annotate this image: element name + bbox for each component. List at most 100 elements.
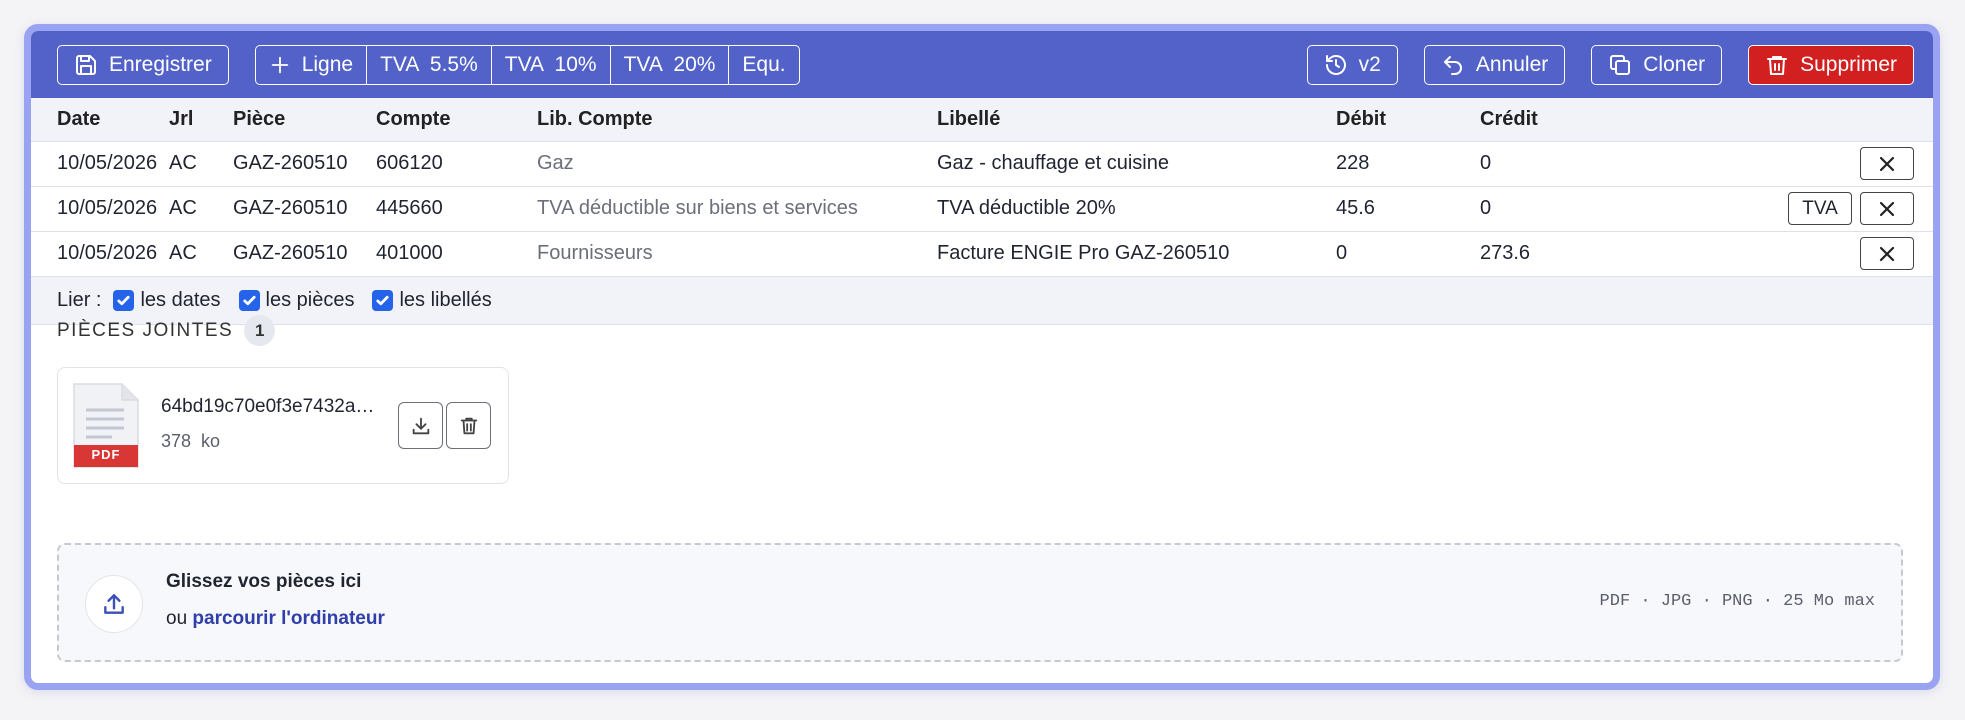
cell-compte[interactable]: 401000 xyxy=(376,231,537,276)
history-icon xyxy=(1325,54,1346,75)
cell-date[interactable]: 10/05/2026 xyxy=(31,231,169,276)
close-icon xyxy=(1879,201,1895,216)
delete-button[interactable]: Supprimer xyxy=(1748,44,1914,85)
cell-compte[interactable]: 606120 xyxy=(376,141,537,186)
cell-libelle[interactable]: TVA déductible 20% xyxy=(937,186,1336,231)
balance-button[interactable]: Equ. xyxy=(729,46,798,84)
add-line-label: Ligne xyxy=(301,52,354,76)
vat-5-5-button[interactable]: TVA 5.5% xyxy=(367,45,492,84)
link-pieces-checkbox[interactable]: les pièces xyxy=(238,289,355,312)
header-credit[interactable]: Crédit xyxy=(1480,98,1609,141)
attachment-filesize: 378 ko xyxy=(161,431,221,451)
attachments-heading: PIÈCES JOINTES 1 xyxy=(57,315,276,346)
version-label: v2 xyxy=(1358,52,1381,76)
journal-entry-panel: Enregistrer Ligne TVA 5.5% TVA 10% TVA 2… xyxy=(24,24,1940,690)
attachments-title: PIÈCES JOINTES xyxy=(57,319,234,341)
save-button[interactable]: Enregistrer xyxy=(57,44,229,85)
tva-line-button[interactable]: TVA xyxy=(1788,192,1852,225)
cancel-label: Annuler xyxy=(1475,52,1549,76)
link-label: Lier : xyxy=(57,289,102,311)
plus-icon xyxy=(271,56,288,73)
trash-icon xyxy=(460,417,477,434)
cell-actions: TVA xyxy=(1609,186,1933,231)
download-icon xyxy=(412,417,429,434)
dropzone-title: Glissez vos pièces ici xyxy=(166,571,362,592)
cell-libelle[interactable]: Gaz - chauffage et cuisine xyxy=(937,141,1336,186)
link-dates-checkbox[interactable]: les dates xyxy=(113,289,221,312)
cell-actions xyxy=(1609,231,1933,276)
upload-icon xyxy=(104,594,124,614)
cell-lib-compte: Fournisseurs xyxy=(537,242,653,265)
cell-piece[interactable]: GAZ-260510 xyxy=(233,141,376,186)
cell-libelle[interactable]: Facture ENGIE Pro GAZ-260510 xyxy=(937,231,1336,276)
vat-20-label: TVA 20% xyxy=(623,52,716,76)
remove-line-button[interactable] xyxy=(1860,237,1914,271)
toolbar: Enregistrer Ligne TVA 5.5% TVA 10% TVA 2… xyxy=(31,31,1933,98)
undo-icon xyxy=(1443,55,1462,75)
pdf-badge-label: PDF xyxy=(91,447,121,462)
header-debit[interactable]: Débit xyxy=(1336,98,1480,141)
cell-jrl[interactable]: AC xyxy=(169,141,233,186)
link-libelles-checkbox[interactable]: les libellés xyxy=(372,289,492,312)
file-dropzone[interactable]: Glissez vos pièces ici ou parcourir l'or… xyxy=(57,543,1903,662)
toolbar-right: v2 Annuler Cloner Supprimer xyxy=(1281,44,1914,85)
floppy-disk-icon xyxy=(76,54,96,75)
header-actions xyxy=(1609,98,1933,141)
cell-credit[interactable]: 0 xyxy=(1480,141,1609,186)
save-button-label: Enregistrer xyxy=(109,52,212,76)
entry-lines-table: Date Jrl Pièce Compte Lib. Compte Libell… xyxy=(31,98,1933,276)
header-lib-compte[interactable]: Lib. Compte xyxy=(537,98,937,141)
trash-icon xyxy=(1767,55,1788,75)
remove-line-button[interactable] xyxy=(1860,147,1914,180)
table-header-row: Date Jrl Pièce Compte Lib. Compte Libell… xyxy=(31,98,1933,141)
close-icon xyxy=(1879,156,1895,171)
table-row: 10/05/2026 AC GAZ-260510 445660 TVA dédu… xyxy=(31,186,1933,231)
delete-attachment-button[interactable] xyxy=(446,402,491,449)
cell-actions xyxy=(1609,141,1933,186)
copy-icon xyxy=(1610,54,1631,75)
cell-piece[interactable]: GAZ-260510 xyxy=(233,231,376,276)
table-row: 10/05/2026 AC GAZ-260510 401000 Fourniss… xyxy=(31,231,1933,276)
clone-label: Cloner xyxy=(1643,52,1706,76)
cancel-button[interactable]: Annuler xyxy=(1423,44,1566,85)
balance-label: Equ. xyxy=(742,52,786,76)
checkbox-checked-icon xyxy=(113,290,135,311)
accepted-formats: PDF · JPG · PNG · 25 Mo max xyxy=(1599,592,1875,611)
link-pieces-label: les pièces xyxy=(265,289,355,311)
vat-10-button[interactable]: TVA 10% xyxy=(492,45,611,84)
browse-computer-link[interactable]: parcourir l'ordinateur xyxy=(192,608,384,629)
cell-debit[interactable]: 228 xyxy=(1336,141,1480,186)
cell-jrl[interactable]: AC xyxy=(169,231,233,276)
header-date[interactable]: Date xyxy=(31,98,169,141)
link-dates-label: les dates xyxy=(140,289,221,311)
line-actions-group: Ligne TVA 5.5% TVA 10% TVA 20% Equ. xyxy=(254,44,800,85)
add-line-button[interactable]: Ligne xyxy=(256,45,368,84)
cell-debit[interactable]: 45.6 xyxy=(1336,186,1480,231)
version-history-button[interactable]: v2 xyxy=(1306,44,1398,85)
vat-10-label: TVA 10% xyxy=(504,52,597,76)
link-options-bar: Lier : les dates les pièces les libellés xyxy=(31,276,1933,325)
cell-date[interactable]: 10/05/2026 xyxy=(31,186,169,231)
link-libelles-label: les libellés xyxy=(399,289,492,311)
vat-20-button[interactable]: TVA 20% xyxy=(611,45,730,84)
attachment-card[interactable]: PDF 64bd19c70e0f3e7432a… 378 ko xyxy=(57,367,509,484)
cell-piece[interactable]: GAZ-260510 xyxy=(233,186,376,231)
checkbox-checked-icon xyxy=(372,290,394,311)
attachments-count-badge: 1 xyxy=(244,315,276,346)
download-attachment-button[interactable] xyxy=(398,402,443,449)
cell-credit[interactable]: 273.6 xyxy=(1480,231,1609,276)
attachment-filename[interactable]: 64bd19c70e0f3e7432a… xyxy=(161,396,381,418)
cell-lib-compte: Gaz xyxy=(537,152,574,174)
header-jrl[interactable]: Jrl xyxy=(169,98,233,141)
header-piece[interactable]: Pièce xyxy=(233,98,376,141)
cell-date[interactable]: 10/05/2026 xyxy=(31,141,169,186)
remove-line-button[interactable] xyxy=(1860,192,1914,225)
checkbox-checked-icon xyxy=(238,290,260,311)
cell-credit[interactable]: 0 xyxy=(1480,186,1609,231)
cell-compte[interactable]: 445660 xyxy=(376,186,537,231)
clone-button[interactable]: Cloner xyxy=(1591,44,1723,85)
cell-debit[interactable]: 0 xyxy=(1336,231,1480,276)
cell-jrl[interactable]: AC xyxy=(169,186,233,231)
header-compte[interactable]: Compte xyxy=(376,98,537,141)
header-libelle[interactable]: Libellé xyxy=(937,98,1336,141)
